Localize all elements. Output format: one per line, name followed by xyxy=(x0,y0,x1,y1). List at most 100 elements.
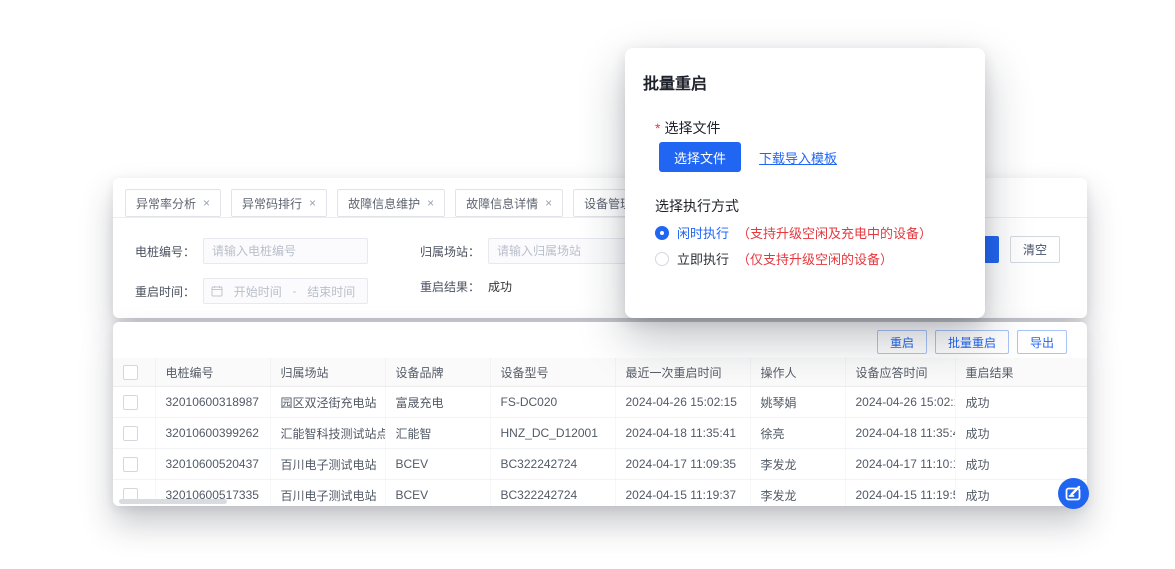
start-time-placeholder[interactable]: 开始时间 xyxy=(229,283,287,300)
feedback-fab-button[interactable] xyxy=(1058,478,1089,509)
select-all-checkbox[interactable] xyxy=(123,365,138,380)
modal-title: 批量重启 xyxy=(643,70,707,94)
tab-label: 异常码排行 xyxy=(242,195,302,212)
cell-brand: BCEV xyxy=(385,449,490,480)
tab-close-icon[interactable]: × xyxy=(203,197,210,209)
cell-last-restart-time: 2024-04-17 11:09:35 xyxy=(615,449,750,480)
cell-response-time: 2024-04-18 11:35:41 xyxy=(845,418,955,449)
option-label[interactable]: 闲时执行 xyxy=(677,223,729,242)
cell-model: BC322242724 xyxy=(490,480,615,507)
radio-selected-icon[interactable] xyxy=(655,226,669,240)
table-row: 32010600520437 百川电子测试电站 BCEV BC322242724… xyxy=(113,449,1087,480)
page-tab[interactable]: 异常码排行 × xyxy=(231,189,327,217)
cell-operator: 李发龙 xyxy=(750,449,845,480)
cell-last-restart-time: 2024-04-18 11:35:41 xyxy=(615,418,750,449)
page-tab[interactable]: 异常率分析 × xyxy=(125,189,221,217)
cell-station: 百川电子测试电站 xyxy=(270,480,385,507)
table-row: 32010600517335 百川电子测试电站 BCEV BC322242724… xyxy=(113,480,1087,507)
table-header-row: 电桩编号归属场站设备品牌设备型号最近一次重启时间操作人设备应答时间重启结果 xyxy=(113,358,1087,387)
cell-response-time: 2024-04-26 15:02:17 xyxy=(845,387,955,418)
cell-result: 成功 xyxy=(955,418,1087,449)
cell-last-restart-time: 2024-04-15 11:19:37 xyxy=(615,480,750,507)
column-header: 归属场站 xyxy=(270,358,385,387)
pile-id-input[interactable] xyxy=(203,238,368,264)
required-mark: * xyxy=(655,120,660,136)
end-time-placeholder[interactable]: 结束时间 xyxy=(303,283,361,300)
row-select-cell xyxy=(113,418,155,449)
download-template-link[interactable]: 下载导入模板 xyxy=(759,148,837,167)
cell-brand: BCEV xyxy=(385,480,490,507)
station-label: 归属场站： xyxy=(420,243,480,260)
pile-id-label: 电桩编号： xyxy=(135,243,195,260)
calendar-icon xyxy=(211,285,223,297)
clear-button[interactable]: 清空 xyxy=(1010,236,1060,263)
exec-section-label: 选择执行方式 xyxy=(655,196,739,216)
batch-restart-modal: 批量重启 *选择文件 选择文件 下载导入模板 选择执行方式 闲时执行 （支持升级… xyxy=(625,48,985,318)
option-note: （支持升级空闲及充电中的设备） xyxy=(737,223,932,242)
cell-station: 汇能智科技测试站点 xyxy=(270,418,385,449)
option-immediate-execute: 立即执行 （仅支持升级空闲的设备） xyxy=(655,249,893,268)
column-header: 电桩编号 xyxy=(155,358,270,387)
column-header: 设备品牌 xyxy=(385,358,490,387)
cell-pile-id: 32010600318987 xyxy=(155,387,270,418)
column-header: 重启结果 xyxy=(955,358,1087,387)
option-note: （仅支持升级空闲的设备） xyxy=(737,249,893,268)
row-checkbox[interactable] xyxy=(123,426,138,441)
form-edit-icon xyxy=(1058,478,1089,509)
restart-time-filter: 重启时间： 开始时间 - 结束时间 xyxy=(135,278,368,304)
cell-pile-id: 32010600399262 xyxy=(155,418,270,449)
cell-brand: 富晟充电 xyxy=(385,387,490,418)
row-checkbox[interactable] xyxy=(123,395,138,410)
cell-brand: 汇能智 xyxy=(385,418,490,449)
tab-label: 故障信息详情 xyxy=(466,195,538,212)
option-label[interactable]: 立即执行 xyxy=(677,249,729,268)
cell-station: 百川电子测试电站 xyxy=(270,449,385,480)
select-all-cell xyxy=(113,358,155,387)
column-header: 设备应答时间 xyxy=(845,358,955,387)
column-header: 最近一次重启时间 xyxy=(615,358,750,387)
cell-pile-id: 32010600520437 xyxy=(155,449,270,480)
tab-label: 故障信息维护 xyxy=(348,195,420,212)
tab-close-icon[interactable]: × xyxy=(427,197,434,209)
cell-result: 成功 xyxy=(955,449,1087,480)
restart-result-filter: 重启结果： 成功 xyxy=(420,278,512,295)
file-actions-row: 选择文件 下载导入模板 xyxy=(659,142,837,172)
radio-unselected-icon[interactable] xyxy=(655,252,669,266)
horizontal-scrollbar-thumb[interactable] xyxy=(119,499,227,504)
cell-operator: 徐亮 xyxy=(750,418,845,449)
cell-station: 园区双泾街充电站 xyxy=(270,387,385,418)
file-section-label: *选择文件 xyxy=(655,118,720,138)
tab-label: 异常率分析 xyxy=(136,195,196,212)
column-header: 操作人 xyxy=(750,358,845,387)
cell-model: HNZ_DC_D12001 xyxy=(490,418,615,449)
cell-operator: 姚琴娟 xyxy=(750,387,845,418)
tab-close-icon[interactable]: × xyxy=(309,197,316,209)
restart-records-table: 电桩编号归属场站设备品牌设备型号最近一次重启时间操作人设备应答时间重启结果 32… xyxy=(113,358,1087,506)
station-filter: 归属场站： xyxy=(420,238,653,264)
tab-close-icon[interactable]: × xyxy=(545,197,552,209)
table-row: 32010600399262 汇能智科技测试站点 汇能智 HNZ_DC_D120… xyxy=(113,418,1087,449)
restart-result-label: 重启结果： xyxy=(420,278,480,295)
cell-response-time: 2024-04-15 11:19:58 xyxy=(845,480,955,507)
row-checkbox[interactable] xyxy=(123,457,138,472)
date-range-separator: - xyxy=(293,284,297,298)
page-tab[interactable]: 故障信息维护 × xyxy=(337,189,445,217)
cell-last-restart-time: 2024-04-26 15:02:15 xyxy=(615,387,750,418)
cell-response-time: 2024-04-17 11:10:12 xyxy=(845,449,955,480)
export-button[interactable]: 导出 xyxy=(1017,330,1067,354)
batch-restart-button[interactable]: 批量重启 xyxy=(935,330,1009,354)
restart-time-label: 重启时间： xyxy=(135,283,195,300)
page-tab[interactable]: 故障信息详情 × xyxy=(455,189,563,217)
restart-button[interactable]: 重启 xyxy=(877,330,927,354)
cell-result: 成功 xyxy=(955,387,1087,418)
result-table-panel: 重启 批量重启 导出 电桩编号归属场站设备品牌设备型号最近一次重启时间操作人设备… xyxy=(113,322,1087,506)
date-range-input[interactable]: 开始时间 - 结束时间 xyxy=(203,278,368,304)
column-header: 设备型号 xyxy=(490,358,615,387)
restart-result-select[interactable]: 成功 xyxy=(488,278,512,295)
row-select-cell xyxy=(113,387,155,418)
table-toolbar: 重启 批量重启 导出 xyxy=(877,330,1067,354)
pile-id-filter: 电桩编号： xyxy=(135,238,368,264)
choose-file-button[interactable]: 选择文件 xyxy=(659,142,741,172)
cell-operator: 李发龙 xyxy=(750,480,845,507)
table-body: 32010600318987 园区双泾街充电站 富晟充电 FS-DC020 20… xyxy=(113,387,1087,507)
